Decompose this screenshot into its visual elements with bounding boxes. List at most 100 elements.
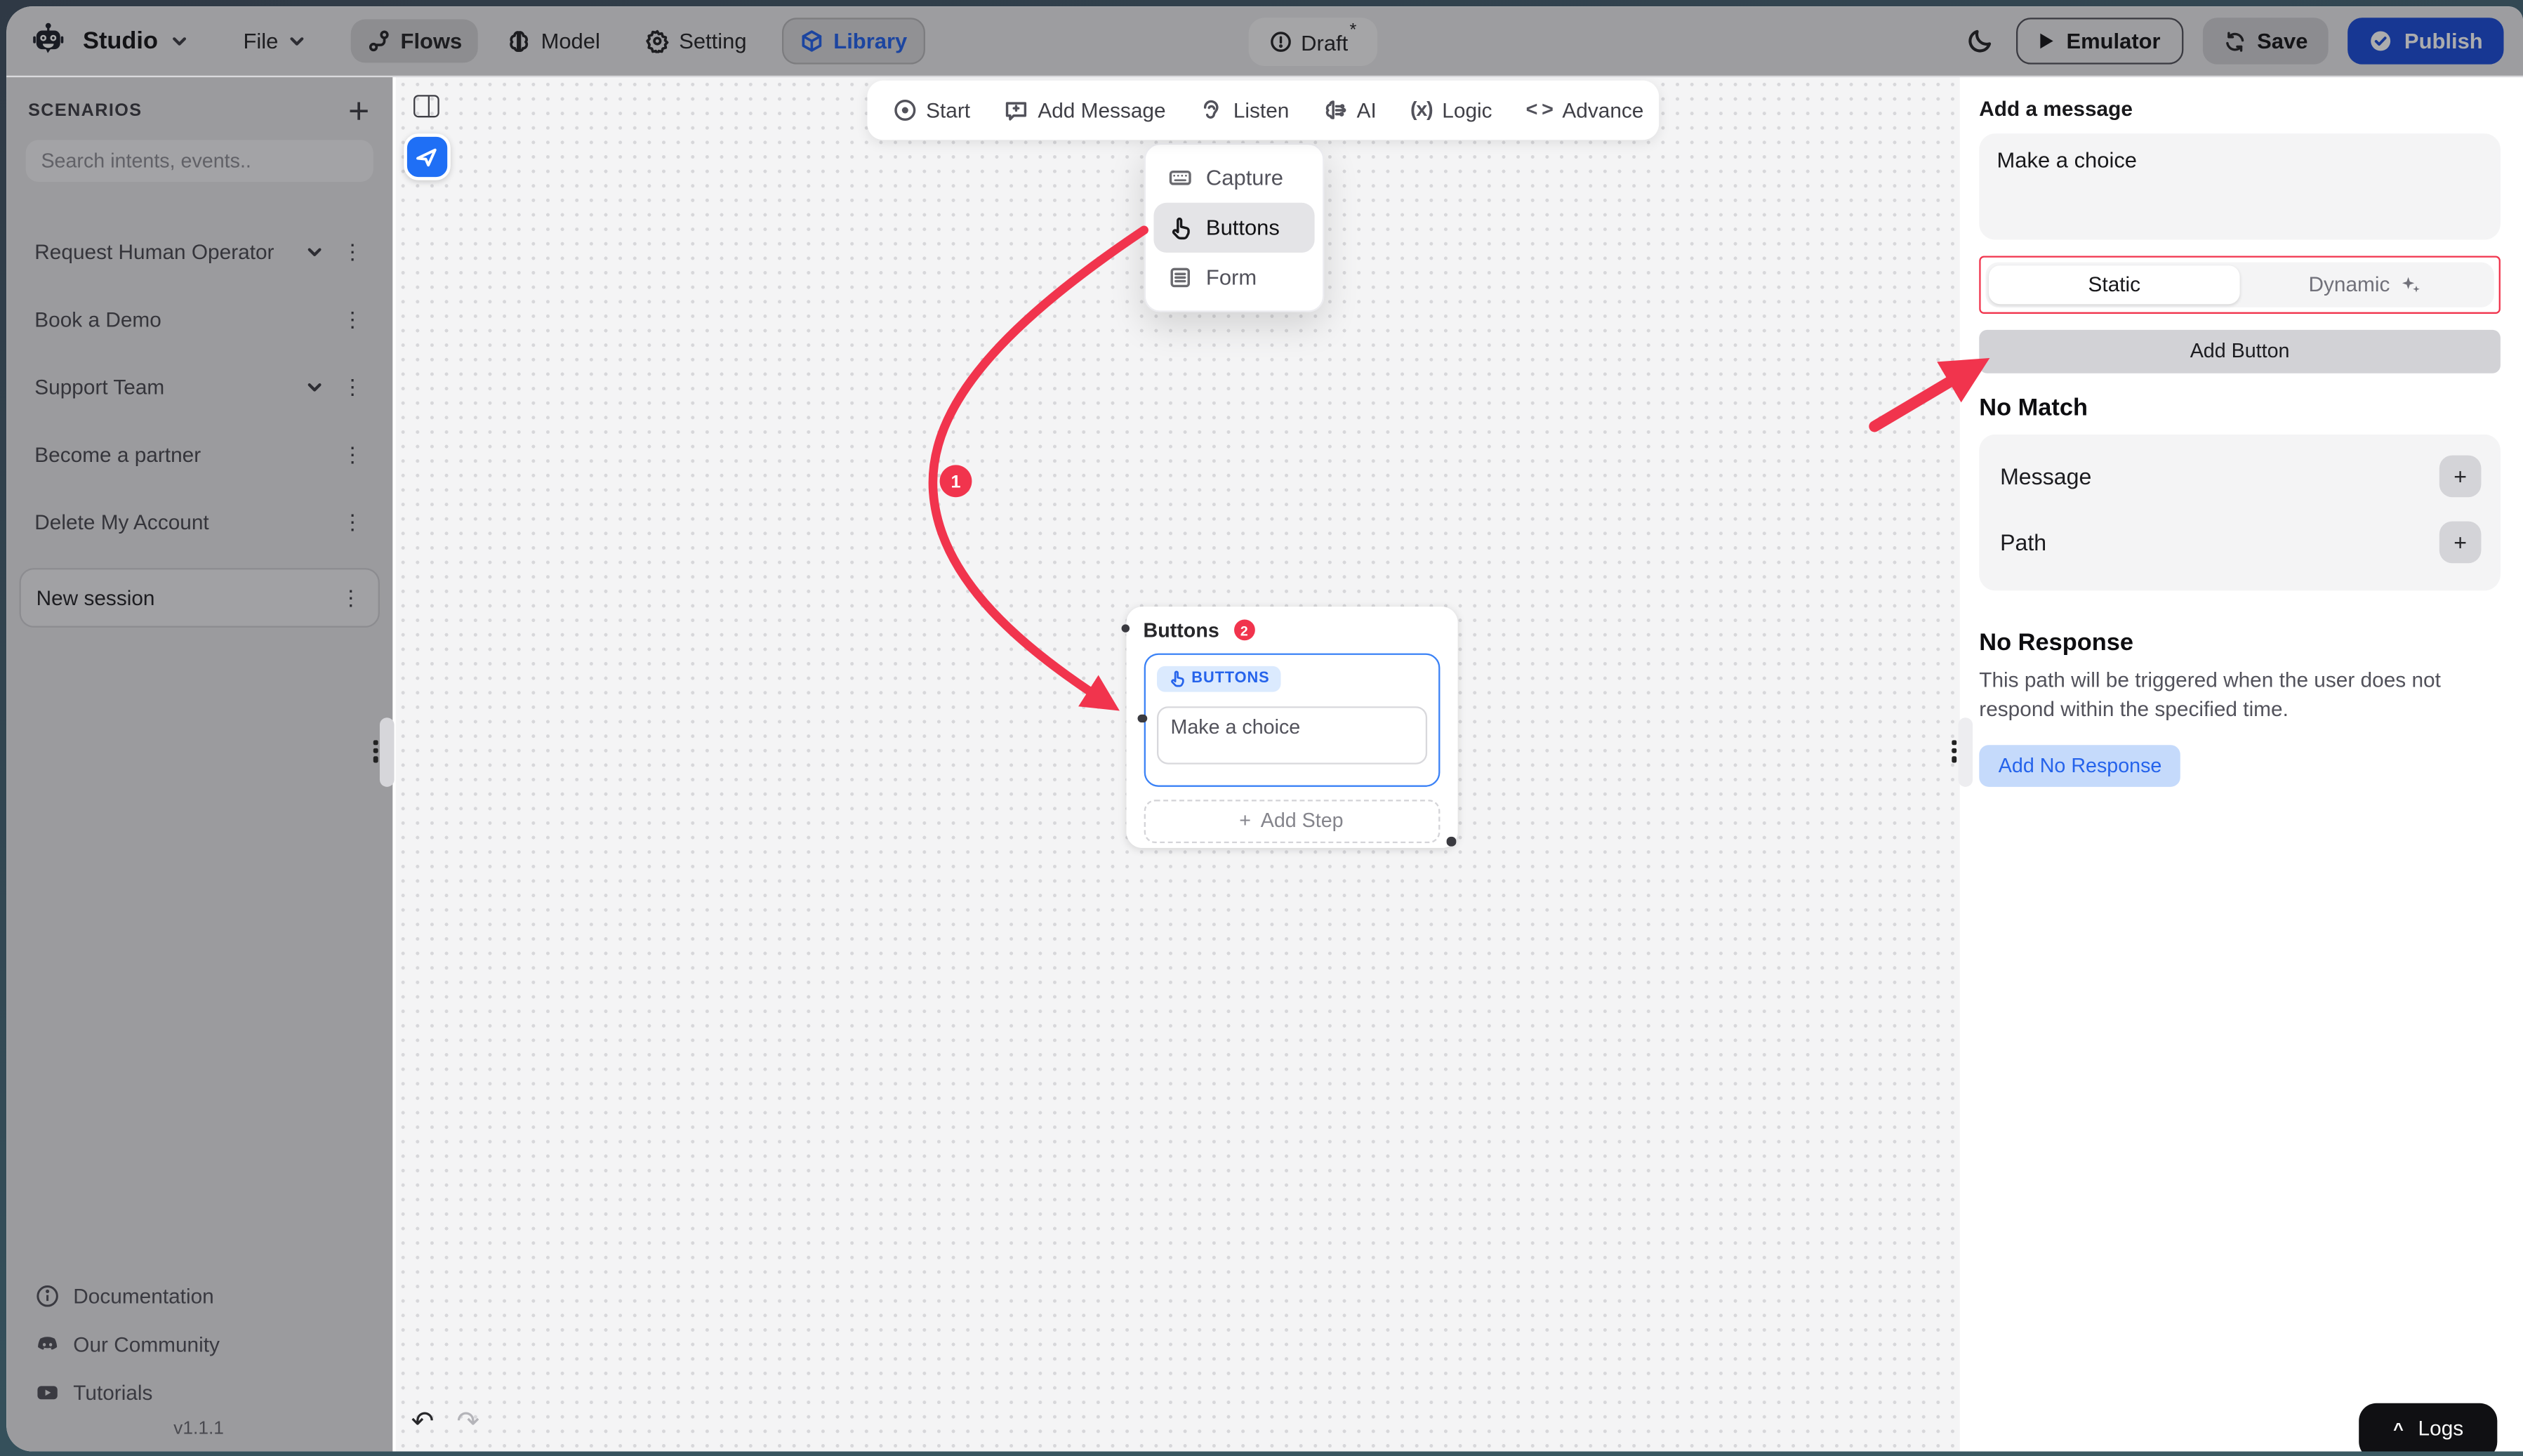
kebab-menu-icon[interactable]: ⋮ [342,444,363,465]
community-link[interactable]: Our Community [25,1320,373,1368]
search-box[interactable] [25,139,373,181]
sidebar-resize-handle[interactable] [379,717,394,786]
buttons-hand-icon [1167,215,1191,239]
sidebar: SCENARIOS Request Human Operator ⋮ Book … [6,77,392,1452]
menu-item-capture[interactable]: Capture [1153,152,1313,202]
scenarios-title: SCENARIOS [28,100,142,120]
capture-keyboard-icon [1167,165,1191,189]
node-title: Buttons [1144,618,1219,641]
documentation-link[interactable]: Documentation [25,1271,373,1320]
logs-button[interactable]: ^ Logs [2359,1403,2497,1452]
chevron-up-icon: ^ [2393,1420,2404,1440]
app-window: Studio File Flows Model [6,6,2523,1451]
kebab-menu-icon[interactable]: ⋮ [342,376,363,397]
flows-icon [366,28,390,52]
node-input-port[interactable] [1120,623,1130,633]
no-match-message-row: Message + [2000,455,2481,497]
annotation-highlight-box: Static Dynamic [1979,255,2501,313]
no-match-path-row: Path + [2000,520,2481,562]
advance-icon: < > [1526,98,1553,121]
tab-dynamic[interactable]: Dynamic [2240,265,2491,303]
search-input[interactable] [41,149,356,171]
sidebar-item-request-human-operator[interactable]: Request Human Operator ⋮ [25,230,373,274]
chevron-down-icon [288,32,305,49]
menu-item-buttons[interactable]: Buttons [1153,202,1313,252]
tab-flows[interactable]: Flows [350,18,478,62]
add-path-plus-button[interactable]: + [2439,520,2482,562]
toolbar-logic[interactable]: (x) Logic [1410,98,1492,121]
model-brain-icon [507,28,531,52]
undo-icon[interactable]: ↶ [411,1406,435,1438]
toolbar-ai[interactable]: AI [1323,98,1377,121]
kebab-menu-icon[interactable]: ⋮ [342,512,363,533]
play-icon [2039,32,2055,50]
add-step-button[interactable]: + Add Step [1144,799,1440,842]
tab-setting[interactable]: Setting [629,18,762,62]
draft-status-badge[interactable]: Draft* [1248,17,1378,65]
buttons-step-card[interactable]: BUTTONS Make a choice [1144,652,1440,786]
cursor-arrow-icon [413,143,439,169]
tab-static[interactable]: Static [1989,265,2240,303]
tab-library[interactable]: Library [782,17,925,63]
redo-icon[interactable]: ↷ [456,1406,479,1438]
sidebar-item-delete-my-account[interactable]: Delete My Account ⋮ [25,500,373,545]
sidebar-item-new-session[interactable]: New session ⋮ [18,567,378,627]
publish-button[interactable]: Publish [2348,18,2504,64]
chevron-down-icon[interactable] [171,32,188,49]
app-title: Studio [83,27,158,54]
tutorials-link[interactable]: Tutorials [25,1368,373,1416]
chevron-down-icon[interactable] [305,378,322,396]
config-panel: Add a message Make a choice Static Dynam… [1960,77,2523,1452]
message-textarea[interactable]: Make a choice [1979,133,2501,239]
add-scenario-icon[interactable] [347,99,369,121]
menu-file[interactable]: File [227,18,322,62]
sparkles-icon [2399,273,2422,296]
kebab-menu-icon[interactable]: ⋮ [340,586,362,607]
toolbar-start[interactable]: Start [892,98,970,121]
studio-robot-logo-icon [28,21,67,60]
buttons-node[interactable]: Buttons 2 BUTTONS Make a choice + Add St… [1125,606,1457,847]
start-icon [892,98,916,121]
toggle-sidebar-icon[interactable] [413,94,439,117]
logic-icon: (x) [1410,98,1433,121]
desktop-background: Studio File Flows Model [0,0,2523,1456]
buttons-chip: BUTTONS [1156,666,1281,691]
form-icon [1167,265,1191,289]
library-box-icon [800,28,823,52]
add-message-icon [1004,98,1028,121]
setting-gear-icon [645,28,669,52]
listen-dropdown-menu: Capture Buttons Form [1144,143,1324,312]
info-circle-icon [34,1283,58,1307]
select-tool-button[interactable] [403,133,449,179]
app-version: v1.1.1 [25,1419,373,1439]
tab-model[interactable]: Model [491,18,616,62]
node-resize-port[interactable] [1447,837,1456,846]
add-button-button[interactable]: Add Button [1979,329,2501,373]
sidebar-item-become-a-partner[interactable]: Become a partner ⋮ [25,432,373,477]
step-input-port[interactable] [1138,714,1147,723]
kebab-menu-icon[interactable]: ⋮ [342,241,363,263]
add-message-label: Add a message [1979,95,2501,119]
toolbar-advance[interactable]: < > Advance [1526,98,1644,121]
node-message-field[interactable]: Make a choice [1156,706,1426,765]
menu-item-form[interactable]: Form [1153,252,1313,302]
sidebar-item-book-a-demo[interactable]: Book a Demo ⋮ [25,297,373,342]
dark-mode-moon-icon[interactable] [1966,27,1994,55]
panel-resize-handle[interactable] [1957,717,1972,786]
flow-canvas[interactable]: Start Add Message Listen [395,77,1960,1452]
add-message-plus-button[interactable]: + [2439,455,2482,497]
hand-pointer-icon [1167,670,1185,687]
mode-segmented-control: Static Dynamic [1985,261,2494,306]
add-no-response-button[interactable]: Add No Response [1979,745,2181,787]
toolbar-add-message[interactable]: Add Message [1004,98,1165,121]
no-match-title: No Match [1979,393,2501,421]
discord-icon [34,1332,58,1356]
youtube-icon [34,1379,58,1403]
alert-circle-icon [1269,29,1291,52]
emulator-button[interactable]: Emulator [2016,18,2183,64]
sidebar-item-support-team[interactable]: Support Team ⋮ [25,364,373,409]
kebab-menu-icon[interactable]: ⋮ [342,309,363,330]
toolbar-listen[interactable]: Listen [1200,98,1290,121]
save-button[interactable]: Save [2202,18,2329,64]
chevron-down-icon[interactable] [305,243,322,260]
